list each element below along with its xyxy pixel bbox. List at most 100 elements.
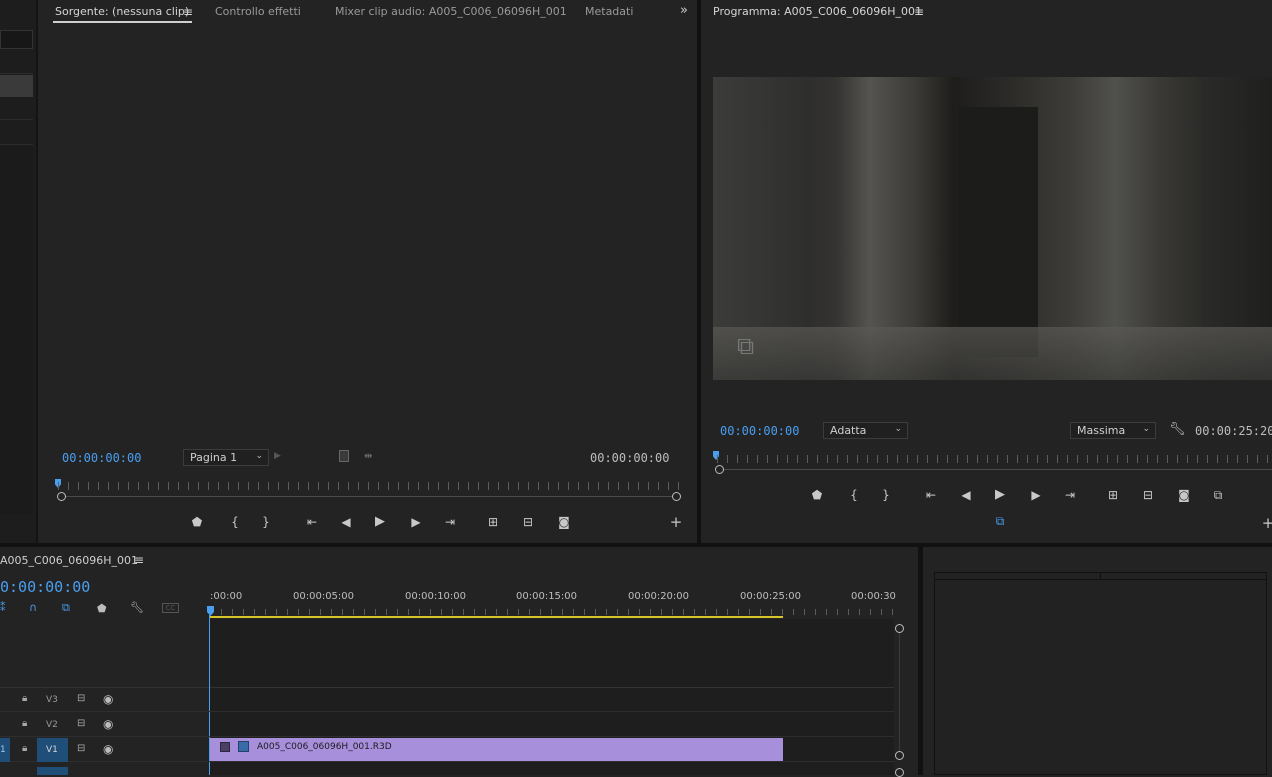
mark-out-icon[interactable]: } (257, 514, 275, 530)
mark-in-icon[interactable]: { (226, 514, 244, 530)
project-search-field[interactable] (0, 30, 33, 49)
filmstrip-icon[interactable] (339, 450, 349, 462)
go-to-out-icon[interactable]: ⇥ (441, 514, 459, 530)
zoom-handle-left[interactable] (715, 465, 724, 474)
zoom-handle-right[interactable] (672, 492, 681, 501)
camera-icon[interactable]: ◙ (555, 514, 573, 530)
mark-out-icon[interactable]: } (877, 487, 895, 503)
source-time-ruler[interactable] (58, 482, 680, 490)
track-label-v3[interactable]: V3 (46, 695, 58, 705)
wrench-icon[interactable]: 🔧︎ (130, 601, 144, 614)
audio-drag-icon[interactable]: ⇹ (364, 451, 372, 462)
snap-magnet-icon[interactable]: ∩ (29, 601, 37, 614)
video-clip[interactable]: A005_C006_06096H_001.R3D (210, 738, 783, 761)
timeline-ruler[interactable] (210, 609, 894, 615)
tab-effect-controls[interactable]: Controllo effetti (215, 5, 301, 18)
overwrite-icon[interactable]: ⊟ (519, 514, 537, 530)
project-list-row[interactable] (0, 54, 33, 74)
program-zoom-bar[interactable] (719, 469, 1272, 470)
linked-selection-icon[interactable]: ⧉ (62, 601, 70, 615)
program-timecode-current[interactable]: 00:00:00:00 (720, 424, 799, 438)
lift-icon[interactable]: ⊞ (1104, 487, 1122, 503)
program-video-frame[interactable]: ⧉ (713, 77, 1272, 380)
wrench-icon[interactable]: 🔧︎ (1169, 422, 1186, 437)
step-back-icon[interactable]: ◀︎ (337, 514, 355, 530)
step-back-icon[interactable]: ◀︎ (957, 487, 975, 503)
play-right-small-icon[interactable]: ▶ (274, 451, 281, 461)
source-monitor-panel: Sorgente: (nessuna clip) ≡ Controllo eff… (42, 0, 697, 543)
add-button-icon[interactable]: + (667, 514, 685, 530)
lock-icon[interactable]: 🔒︎ (22, 718, 27, 729)
ruler-label: 00:00:05:00 (293, 591, 355, 602)
page-select[interactable]: Pagina 1 ⌄ (183, 449, 269, 466)
step-forward-icon[interactable]: ▶︎ (407, 514, 425, 530)
sync-lock-icon[interactable]: ⊟ (77, 693, 85, 704)
comparison-view-icon[interactable]: ⧉ (1209, 487, 1227, 503)
quality-select-value: Massima (1077, 424, 1126, 437)
play-icon[interactable]: ▶ (991, 487, 1009, 503)
track-label-v2[interactable]: V2 (46, 720, 58, 730)
meter-header-divider (1100, 572, 1101, 580)
chevron-down-icon: ⌄ (894, 424, 902, 434)
eye-icon[interactable]: ◉ (103, 692, 113, 706)
source-patch-v1[interactable]: 1 (0, 738, 10, 762)
work-area-bar[interactable] (210, 616, 783, 618)
go-to-in-icon[interactable]: ⇤ (303, 514, 321, 530)
hamburger-icon[interactable]: ≡ (183, 5, 193, 19)
audio-meter-panel (923, 547, 1272, 775)
step-forward-icon[interactable]: ▶︎ (1027, 487, 1045, 503)
sync-lock-icon[interactable]: ⊟ (77, 743, 85, 754)
lock-icon[interactable]: 🔒︎ (22, 743, 27, 754)
program-time-ruler[interactable] (717, 455, 1272, 463)
mark-in-icon[interactable]: { (845, 487, 863, 503)
project-list-area (0, 146, 33, 514)
timeline-timecode[interactable]: 0:00:00:00 (0, 578, 90, 596)
tab-source[interactable]: Sorgente: (nessuna clip) (55, 5, 189, 18)
play-icon[interactable]: ▶ (371, 514, 389, 530)
multicam-toggle-icon[interactable]: ⧉ (991, 513, 1009, 529)
captions-icon[interactable]: CC (162, 603, 179, 613)
eye-icon[interactable]: ◉ (103, 742, 113, 756)
fit-select[interactable]: Adatta ⌄ (823, 422, 908, 439)
double-chevron-right-icon[interactable]: » (680, 3, 688, 18)
hscroll-handle[interactable] (895, 768, 904, 777)
eye-icon[interactable]: ◉ (103, 717, 113, 731)
go-to-in-icon[interactable]: ⇤ (922, 487, 940, 503)
ruler-label: 00:00:20:00 (628, 591, 690, 602)
tab-program[interactable]: Programma: A005_C006_06096H_001 (713, 5, 922, 18)
timeline-title[interactable]: A005_C006_06096H_001 (0, 554, 138, 567)
program-timecode-duration: 00:00:25:20 (1195, 424, 1272, 438)
vscroll-handle-top[interactable] (895, 624, 904, 633)
vscroll-handle-bottom[interactable] (895, 751, 904, 760)
insert-icon[interactable]: ⊞ (484, 514, 502, 530)
tab-metadata[interactable]: Metadati (585, 5, 633, 18)
add-marker-icon[interactable]: ⬟ (97, 602, 107, 615)
vscroll-track[interactable] (899, 633, 900, 751)
add-marker-icon[interactable]: ⬟ (188, 514, 206, 530)
add-marker-icon[interactable]: ⬟ (808, 487, 826, 503)
project-list-row-selected[interactable] (0, 75, 33, 97)
track-label-v1[interactable]: V1 (46, 745, 58, 755)
project-list-row[interactable] (0, 121, 33, 145)
track-row-v2[interactable]: 🔒︎ V2 ⊟ ◉ (0, 713, 894, 737)
nest-icon[interactable]: ⁑ (0, 601, 6, 614)
quality-select[interactable]: Massima ⌄ (1070, 422, 1156, 439)
page-select-value: Pagina 1 (190, 451, 238, 464)
project-list-row[interactable] (0, 98, 33, 120)
hamburger-icon[interactable]: ≡ (134, 553, 144, 567)
camera-icon[interactable]: ◙ (1175, 487, 1193, 503)
add-button-icon[interactable]: + (1259, 515, 1272, 531)
source-timecode-current[interactable]: 00:00:00:00 (62, 451, 141, 465)
meter-area (934, 572, 1267, 775)
track-target-a1[interactable] (37, 767, 68, 775)
tab-audio-clip-mixer[interactable]: Mixer clip audio: A005_C006_06096H_001 (335, 5, 567, 18)
extract-icon[interactable]: ⊟ (1139, 487, 1157, 503)
zoom-handle-left[interactable] (57, 492, 66, 501)
source-zoom-bar[interactable] (58, 496, 678, 497)
lock-icon[interactable]: 🔒︎ (22, 693, 27, 704)
hamburger-icon[interactable]: ≡ (914, 5, 924, 19)
ruler-label: 00:00:15:00 (516, 591, 578, 602)
sync-lock-icon[interactable]: ⊟ (77, 718, 85, 729)
go-to-out-icon[interactable]: ⇥ (1061, 487, 1079, 503)
track-row-v3[interactable]: 🔒︎ V3 ⊟ ◉ (0, 688, 894, 712)
